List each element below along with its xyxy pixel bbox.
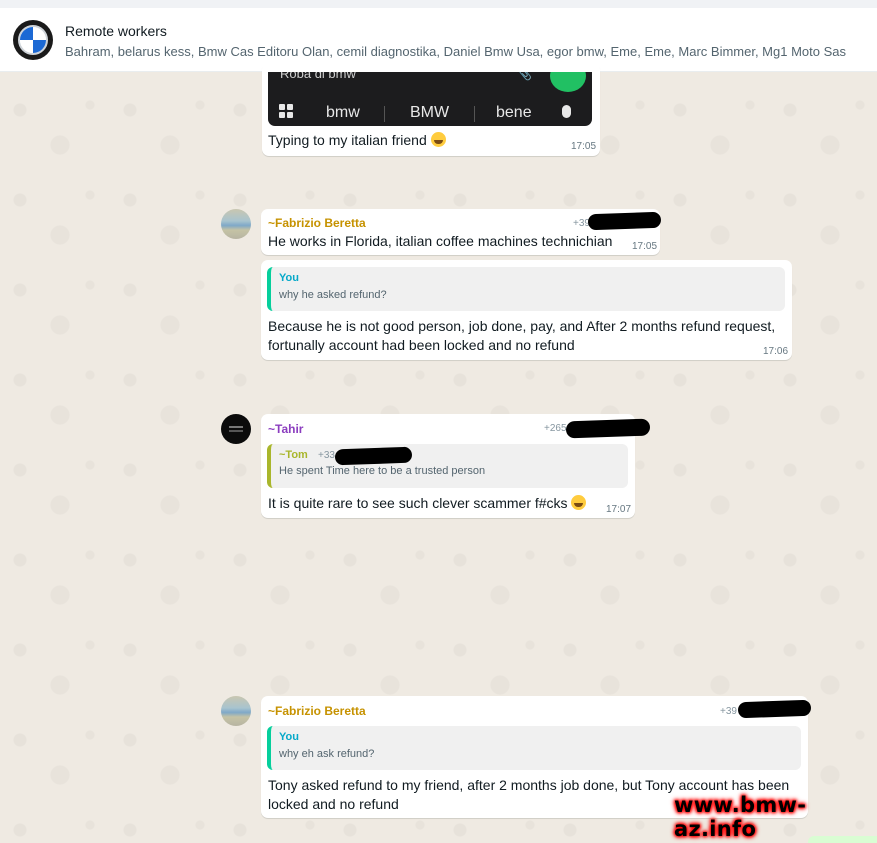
message-time: 17:06 (763, 346, 789, 357)
sender-name[interactable]: ~Tahir (268, 422, 303, 436)
quote-text: why eh ask refund? (279, 748, 375, 760)
quote-text: He spent Time here to be a trusted perso… (279, 465, 486, 477)
keyboard-input-text: Roba di bmw (280, 72, 356, 81)
sender-avatar[interactable] (221, 209, 251, 239)
message-text-line: fortunally account had been locked and n… (268, 337, 575, 353)
send-icon (550, 72, 586, 92)
redacted-phone (565, 418, 651, 439)
keyboard-suggestion: BMW (410, 104, 450, 121)
quote-sender: You (279, 272, 299, 284)
redacted-phone (587, 211, 662, 231)
quote-text: why he asked refund? (279, 289, 387, 301)
grinning-sweat-emoji (571, 495, 587, 510)
message-time: 17:07 (606, 504, 632, 515)
quoted-message[interactable]: ~Tom +33 He spent Time here to be a trus… (267, 444, 628, 488)
message-image[interactable]: Roba di bmw 📎 bmw BMW bene (268, 72, 592, 126)
redacted-phone (334, 446, 413, 466)
quote-sender: You (279, 731, 299, 743)
attach-icon: 📎 (518, 72, 532, 81)
suggestion-divider (474, 106, 475, 122)
quoted-message[interactable]: You why he asked refund? (267, 267, 785, 311)
message-time: 17:05 (632, 241, 658, 252)
quote-phone: +33 (318, 450, 335, 461)
site-watermark: www.bmw-az.info (674, 793, 807, 841)
microphone-icon (562, 105, 571, 118)
message-text: Typing to my italian friend (268, 131, 446, 150)
suggestion-divider (384, 106, 385, 122)
sender-phone: +265 (544, 423, 567, 434)
window-top-strip (0, 0, 877, 8)
sender-avatar[interactable] (221, 414, 251, 444)
keyboard-suggestion: bmw (326, 104, 360, 121)
redacted-phone (737, 699, 812, 719)
group-avatar[interactable] (13, 20, 53, 60)
tears-of-joy-emoji (430, 132, 446, 147)
sender-name[interactable]: ~Fabrizio Beretta (268, 216, 366, 230)
message-text: He works in Florida, italian coffee mach… (268, 233, 613, 249)
sender-phone: +39 (720, 706, 737, 717)
message-text: It is quite rare to see such clever scam… (268, 494, 587, 513)
quote-sender: ~Tom (279, 449, 308, 461)
message-time: 17:05 (571, 141, 597, 152)
bmw-logo-icon (18, 25, 48, 55)
keyboard-suggestion: bene (496, 104, 532, 121)
keyboard-grid-icon (279, 104, 293, 118)
group-members: Bahram, belarus kess, Bmw Cas Editoru Ol… (65, 44, 846, 59)
message-text-line: locked and no refund (268, 796, 399, 812)
sender-name[interactable]: ~Fabrizio Beretta (268, 704, 366, 718)
group-name[interactable]: Remote workers (65, 23, 167, 39)
message-text-line: Because he is not good person, job done,… (268, 318, 776, 334)
quoted-message[interactable]: You why eh ask refund? (267, 726, 801, 770)
sender-avatar[interactable] (221, 696, 251, 726)
